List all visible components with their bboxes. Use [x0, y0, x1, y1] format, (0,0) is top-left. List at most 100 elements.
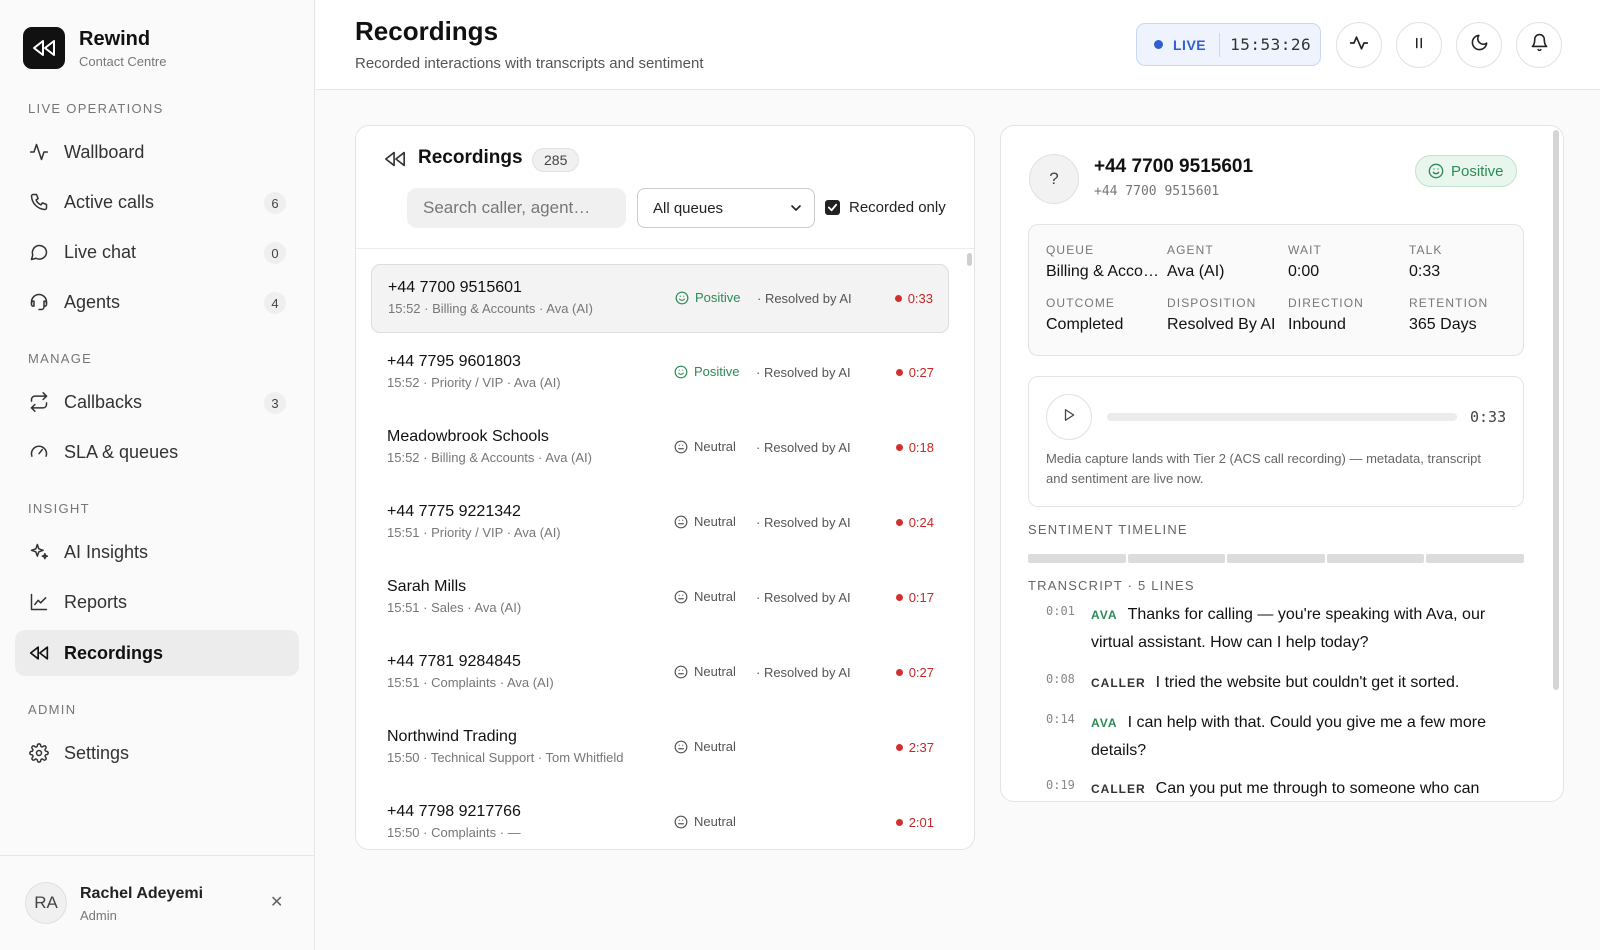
sidebar-item-wallboard[interactable]: Wallboard [15, 129, 299, 175]
recorded-only-toggle[interactable]: Recorded only [825, 199, 946, 216]
pause-icon [1410, 34, 1428, 57]
sidebar-item-agents[interactable]: Agents 4 [15, 279, 299, 325]
recording-dot-icon [895, 519, 903, 526]
transcript-time: 0:14 [1046, 712, 1075, 726]
meta-key: RETENTION [1409, 296, 1489, 310]
pause-button[interactable] [1396, 22, 1442, 68]
recordings-list: +44 7700 9515601 15:52 · Billing & Accou… [356, 250, 974, 849]
meta-direction: DIRECTION Inbound [1288, 296, 1403, 334]
list-item[interactable]: +44 7700 9515601 15:52 · Billing & Accou… [371, 264, 949, 333]
rewind-logo-icon [23, 27, 65, 69]
recording-dot-icon [895, 819, 903, 826]
sidebar-item-label: Recordings [64, 642, 164, 663]
user-role: Admin [80, 908, 117, 923]
player-duration: 0:33 [1470, 408, 1507, 426]
sidebar-item-reports[interactable]: Reports [15, 579, 299, 625]
page-header: Recordings Recorded interactions with tr… [316, 0, 1600, 90]
sidebar-item-sla-queues[interactable]: SLA & queues [15, 429, 299, 475]
sidebar-item-label: Live chat [64, 241, 137, 262]
scrollbar[interactable] [1553, 130, 1559, 690]
transcript-line: 0:14 AVA I can help with that. Could you … [1028, 709, 1518, 765]
headset-icon [28, 291, 50, 313]
meta-value: 0:33 [1409, 263, 1441, 280]
sidebar-item-active-calls[interactable]: Active calls 6 [15, 179, 299, 225]
recording-dot-icon [895, 594, 903, 601]
list-item[interactable]: Sarah Mills 15:51 · Sales · Ava (AI) Neu… [371, 564, 949, 633]
sidebar-item-label: AI Insights [64, 541, 149, 562]
transcript-text: Thanks for calling — you're speaking wit… [1091, 606, 1486, 651]
meta-key: WAIT [1288, 243, 1322, 257]
caller-name: Northwind Trading [387, 728, 517, 745]
row-meta: 15:51 · Priority / VIP · Ava (AI) [387, 525, 561, 540]
sidebar-item-ai-insights[interactable]: AI Insights [15, 529, 299, 575]
rewind-icon [28, 642, 50, 664]
row-meta: 15:50 · Complaints · — [387, 825, 521, 840]
scrollbar[interactable] [967, 253, 972, 266]
list-item[interactable]: +44 7781 9284845 15:51 · Complaints · Av… [371, 639, 949, 708]
meta-wait: WAIT 0:00 [1288, 243, 1403, 281]
brand[interactable]: Rewind Contact Centre [23, 27, 166, 69]
timeline-segment [1028, 554, 1126, 563]
caller-name: Meadowbrook Schools [387, 428, 549, 445]
transcript-time: 0:08 [1046, 672, 1075, 686]
section-label-live-operations: LIVE OPERATIONS [28, 101, 164, 116]
sidebar-item-callbacks[interactable]: Callbacks 3 [15, 379, 299, 425]
sidebar-item-settings[interactable]: Settings [15, 730, 299, 776]
list-item[interactable]: +44 7798 9217766 15:50 · Complaints · — … [371, 789, 949, 849]
list-item[interactable]: +44 7795 9601803 15:52 · Priority / VIP … [371, 339, 949, 408]
neutral-face-icon [674, 665, 688, 679]
recording-detail-panel: ? +44 7700 9515601 +44 7700 9515601 Posi… [1000, 125, 1564, 802]
recorded-only-label: Recorded only [849, 199, 946, 216]
duration-value: 2:01 [908, 815, 934, 830]
sentiment-label: Neutral [694, 814, 736, 829]
timeline-segment [1426, 554, 1524, 563]
repeat-icon [28, 391, 50, 413]
queue-select[interactable]: All queues [637, 188, 815, 228]
list-title: Recordings [418, 147, 523, 168]
duration: 0:27 [895, 665, 934, 680]
sidebar-item-label: SLA & queues [64, 441, 179, 462]
duration-value: 0:17 [908, 590, 934, 605]
transcript-line: 0:08 CALLER I tried the website but could… [1028, 669, 1518, 697]
transcript-line: 0:19 CALLER Can you put me through to som… [1028, 775, 1518, 801]
list-item[interactable]: Northwind Trading 15:50 · Technical Supp… [371, 714, 949, 783]
gear-icon [28, 742, 50, 764]
activity-button[interactable] [1336, 22, 1382, 68]
transcript-line: 0:01 AVA Thanks for calling — you're spea… [1028, 601, 1518, 657]
meta-key: DIRECTION [1288, 296, 1364, 310]
duration-value: 0:27 [908, 365, 934, 380]
resolution-label: · Resolved by AI [756, 665, 851, 680]
duration-value: 2:37 [908, 740, 934, 755]
playback-track[interactable] [1107, 413, 1457, 421]
theme-toggle-button[interactable] [1456, 22, 1502, 68]
sentiment-badge: Neutral [674, 589, 736, 604]
search-input[interactable] [407, 188, 626, 228]
list-item[interactable]: Meadowbrook Schools 15:52 · Billing & Ac… [371, 414, 949, 483]
sidebar-item-live-chat[interactable]: Live chat 0 [15, 229, 299, 275]
smile-icon [675, 291, 689, 305]
row-meta: 15:51 · Complaints · Ava (AI) [387, 675, 554, 690]
app-subtitle: Contact Centre [79, 53, 167, 69]
timeline-segment [1127, 554, 1226, 563]
user-profile[interactable]: RA Rachel Adeyemi Admin ✕ [0, 855, 315, 950]
notifications-button[interactable] [1516, 22, 1562, 68]
sentiment-timeline-label: SENTIMENT TIMELINE [1028, 522, 1188, 537]
caller-name: +44 7798 9217766 [387, 803, 521, 820]
chat-icon [28, 241, 50, 263]
list-item[interactable]: +44 7775 9221342 15:51 · Priority / VIP … [371, 489, 949, 558]
close-icon[interactable]: ✕ [270, 892, 283, 912]
recorded-only-checkbox[interactable] [825, 200, 840, 215]
play-button[interactable] [1046, 394, 1092, 440]
neutral-face-icon [674, 440, 688, 454]
sidebar-item-recordings[interactable]: Recordings [15, 630, 299, 676]
recording-dot-icon [895, 369, 903, 376]
phone-icon [28, 191, 50, 213]
sentiment-label: Neutral [694, 664, 736, 679]
sentiment-label: Neutral [694, 439, 736, 454]
sentiment-label: Positive [695, 290, 741, 305]
sentiment-label: Positive [1451, 162, 1504, 180]
section-label-insight: INSIGHT [28, 501, 90, 516]
neutral-face-icon [674, 590, 688, 604]
row-meta: 15:50 · Technical Support · Tom Whitfiel… [387, 750, 624, 765]
transcript-text: I tried the website but couldn't get it … [1155, 674, 1460, 691]
